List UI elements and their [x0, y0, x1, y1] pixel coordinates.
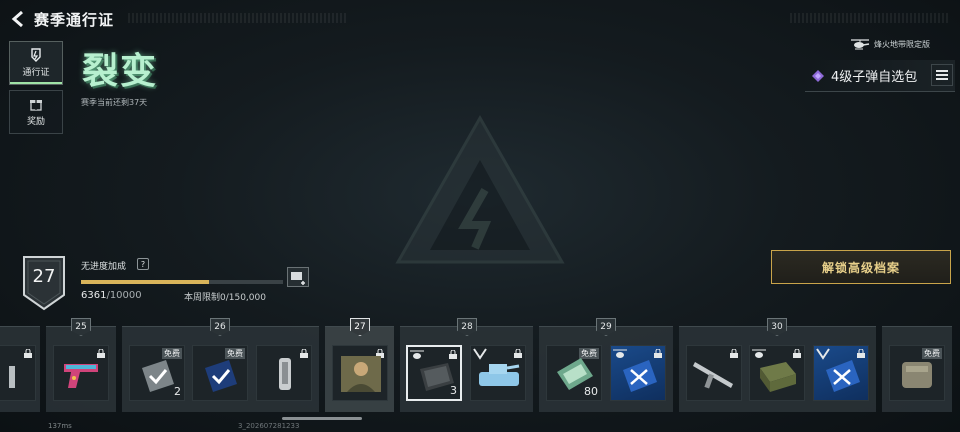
tier-number: 30: [767, 318, 787, 336]
tier-number-current: 27: [350, 318, 370, 336]
diamond-icon: [812, 69, 824, 82]
crossed-tools-card-icon: [826, 360, 860, 392]
tier-group-27: 27: [325, 318, 394, 412]
checkmark-card-icon: [205, 360, 237, 392]
tier-number: 25: [71, 318, 91, 336]
supply-box-icon: [902, 362, 932, 388]
tier-group-24: [0, 326, 40, 412]
gift-icon: [30, 100, 42, 111]
nav-tab-rewards-label: 奖励: [26, 117, 45, 127]
reward-track[interactable]: 25 26 免费 2 免费 27 28 3 29 免费 80 30 免费: [0, 318, 960, 414]
vehicle-skin-icon: [479, 364, 520, 386]
reward-card[interactable]: [256, 345, 312, 401]
list-icon: [936, 70, 948, 80]
reward-card[interactable]: [610, 345, 666, 401]
ping-readout: 137ms: [48, 422, 72, 430]
pass-icon: [31, 48, 41, 62]
helicopter-icon: [851, 39, 870, 50]
strip-scroll-indicator[interactable]: [282, 417, 362, 420]
page-title: 赛季通行证: [34, 11, 115, 29]
header-decoration-right: [790, 13, 950, 23]
crossed-tools-card-icon: [623, 360, 657, 392]
nav-tab-rewards[interactable]: 奖励: [9, 90, 63, 134]
ammo-crate-icon: [760, 362, 796, 392]
reward-card[interactable]: [470, 345, 526, 401]
reward-card-selected[interactable]: 3: [406, 345, 462, 401]
season-remaining: 赛季当前还剩37天: [81, 98, 148, 107]
reward-list-button[interactable]: [931, 64, 953, 86]
rifle-skin-icon: [693, 362, 733, 389]
xp-current: 6361: [81, 290, 107, 301]
reward-card[interactable]: 免费: [889, 345, 945, 401]
xp-card-glyph-icon: [291, 272, 305, 285]
selected-reward-label: 4级子弹自选包: [831, 70, 918, 85]
boost-status: 无进度加成: [81, 262, 127, 272]
tier-number: 26: [210, 318, 230, 336]
header-decoration: [128, 13, 348, 23]
build-version: 3_202607281233: [238, 422, 300, 430]
xp-counter: 6361/10000: [81, 290, 142, 301]
season-logo: 裂变: [82, 50, 159, 92]
charm-icon: [279, 358, 291, 390]
armor-plate-icon: [420, 363, 454, 391]
tier-group-29: 29 免费 80: [539, 318, 673, 412]
nav-tab-pass[interactable]: 通行证: [9, 41, 63, 85]
weekly-limit: 本周限制0/150,000: [184, 293, 266, 303]
back-button[interactable]: [8, 8, 30, 30]
reward-card[interactable]: [686, 345, 742, 401]
tier-group-28: 28 3: [400, 318, 533, 412]
back-arrow-icon: [11, 10, 23, 28]
reward-card[interactable]: [53, 345, 109, 401]
reward-card[interactable]: [332, 345, 388, 401]
tier-group-30: 30: [679, 318, 876, 412]
currency-icon: [557, 358, 593, 390]
reward-card[interactable]: 免费 2: [129, 345, 185, 401]
tier-group-31: 免费: [882, 326, 952, 412]
reward-card[interactable]: [0, 345, 36, 401]
xp-card-icon[interactable]: [287, 267, 309, 287]
reward-card[interactable]: 免费 80: [546, 345, 602, 401]
season-emblem-icon: [395, 114, 565, 264]
edition-label: 烽火地带限定版: [874, 39, 930, 49]
tier-number: 29: [596, 318, 616, 336]
edition-tag: 烽火地带限定版: [850, 37, 950, 51]
nav-tab-pass-label: 通行证: [22, 68, 50, 78]
reward-card[interactable]: [813, 345, 869, 401]
xp-total: /10000: [106, 290, 142, 301]
level-number: 27: [32, 266, 56, 287]
reward-card[interactable]: [749, 345, 805, 401]
avatar-card-icon: [341, 356, 381, 392]
unlock-premium-button[interactable]: 解锁高级档案: [771, 250, 951, 284]
help-icon[interactable]: ?: [137, 258, 149, 270]
pistol-skin-icon: [64, 364, 98, 388]
tier-number: 28: [457, 318, 477, 336]
tier-group-25: 25: [46, 318, 116, 412]
tier-group-26: 26 免费 2 免费: [122, 318, 319, 412]
weapon-skin-icon: [9, 366, 15, 388]
checkmark-card-icon: [142, 360, 174, 392]
reward-card[interactable]: 免费: [192, 345, 248, 401]
xp-progress-fill: [81, 280, 210, 284]
